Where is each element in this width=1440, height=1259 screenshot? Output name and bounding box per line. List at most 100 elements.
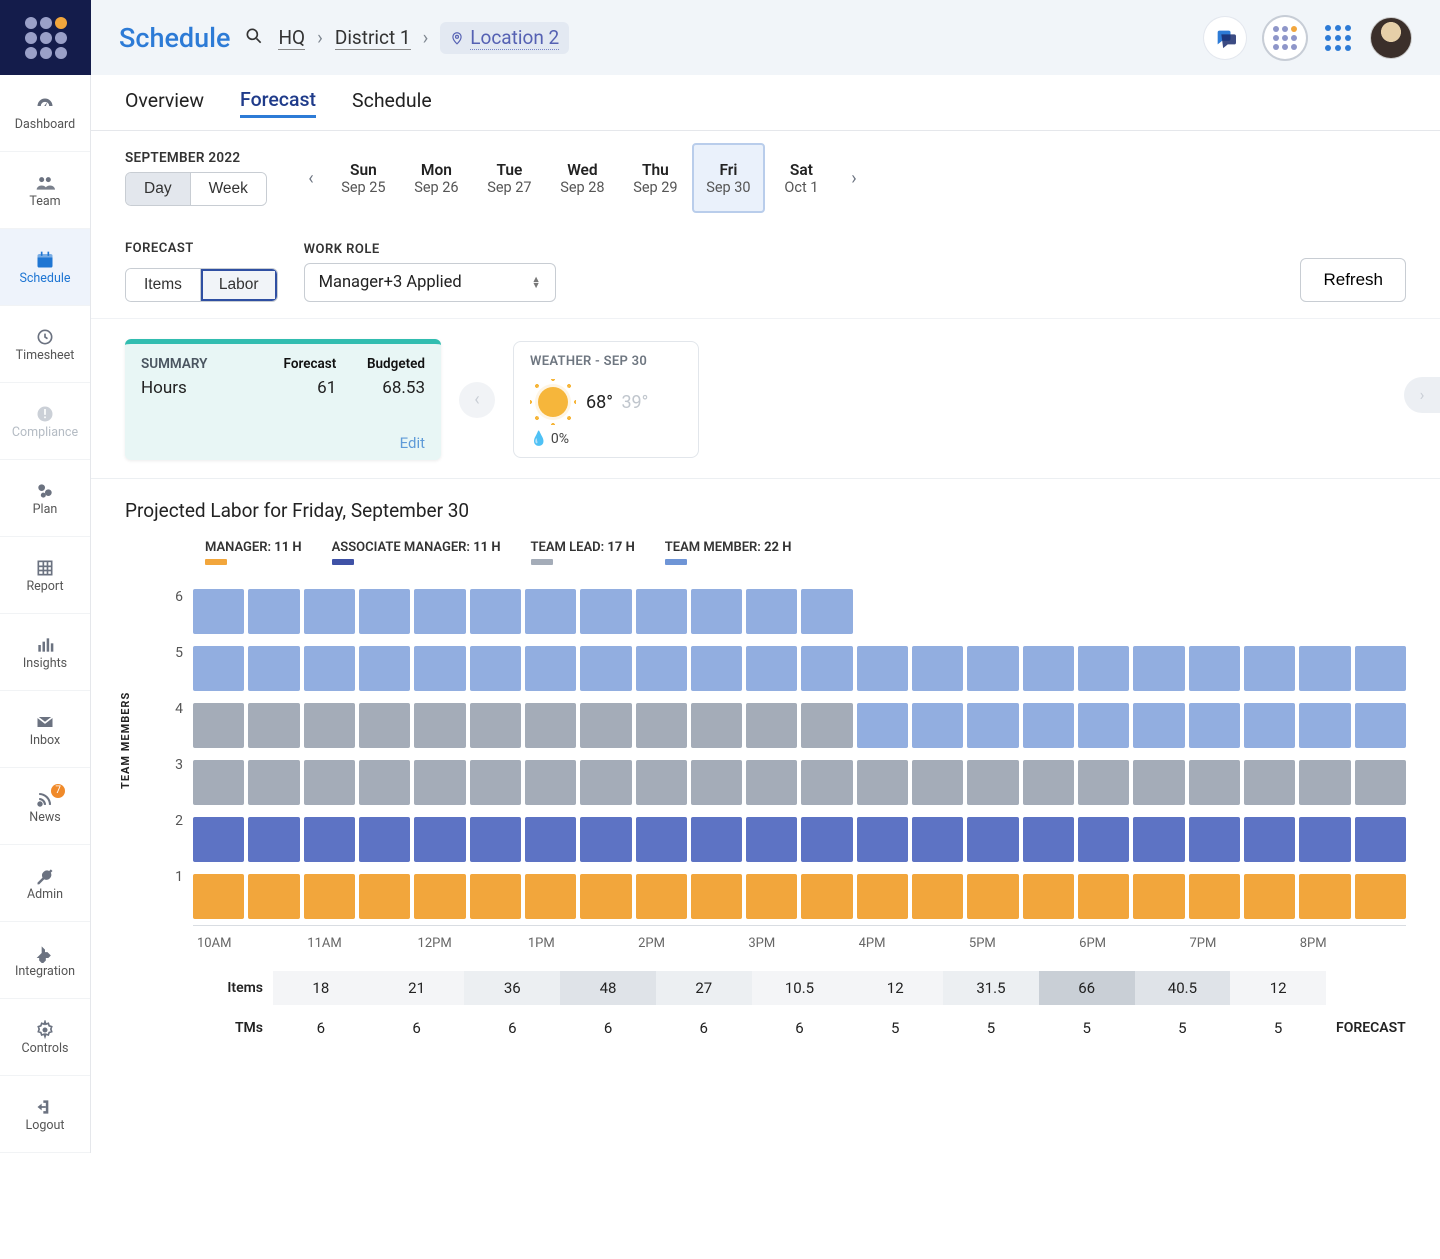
day-tue[interactable]: TueSep 27 xyxy=(473,143,546,213)
sidebar-item-integration[interactable]: Integration xyxy=(0,922,90,999)
weather-precip: 0% xyxy=(551,431,569,447)
items-cell: 12 xyxy=(847,971,943,1005)
forecast-type-toggle: Items Labor xyxy=(125,268,278,302)
view-mode-toggle: Day Week xyxy=(125,172,267,206)
sidebar-item-team[interactable]: Team xyxy=(0,152,90,229)
sun-icon xyxy=(530,379,576,425)
sidebar-item-label: Report xyxy=(26,579,63,594)
breadcrumb: HQ › District 1 › Location 2 xyxy=(278,22,569,54)
sidebar-item-label: Logout xyxy=(26,1118,65,1133)
sidebar-item-compliance[interactable]: Compliance xyxy=(0,383,90,460)
tms-cell: 6 xyxy=(656,1013,752,1043)
summary-forecast-value: 61 xyxy=(248,378,337,398)
date-prev[interactable]: ‹ xyxy=(295,162,327,194)
carousel-next[interactable]: › xyxy=(1404,377,1440,413)
tab-overview[interactable]: Overview xyxy=(125,89,204,116)
apps-switcher-button[interactable] xyxy=(1264,17,1306,59)
tms-cell: 6 xyxy=(752,1013,848,1043)
logout-icon xyxy=(31,1096,59,1118)
table-row-label-tms: TMs xyxy=(193,1020,273,1036)
summary-card: SUMMARY Forecast Budgeted Hours 61 68.53… xyxy=(125,339,441,460)
tms-cell: 5 xyxy=(1039,1013,1135,1043)
sidebar-item-label: Inbox xyxy=(30,733,61,748)
tms-cell: 5 xyxy=(847,1013,943,1043)
items-cell: 27 xyxy=(656,971,752,1005)
view-mode-week[interactable]: Week xyxy=(190,173,266,205)
day-wed[interactable]: WedSep 28 xyxy=(546,143,619,213)
date-next[interactable]: › xyxy=(838,162,870,194)
forecast-items-option[interactable]: Items xyxy=(126,269,200,301)
weather-title: WEATHER - SEP 30 xyxy=(530,354,682,369)
chart-plot xyxy=(193,589,1406,919)
table-forecast-label: FORECAST xyxy=(1326,1020,1406,1036)
chart-y-axis-title: TEAM MEMBERS xyxy=(119,692,132,789)
compliance-icon xyxy=(31,403,59,425)
sidebar-item-schedule[interactable]: Schedule xyxy=(0,229,90,306)
breadcrumb-hq[interactable]: HQ xyxy=(278,26,305,50)
weather-high: 68° xyxy=(586,392,613,413)
sidebar-item-inbox[interactable]: Inbox xyxy=(0,691,90,768)
tms-cell: 5 xyxy=(1135,1013,1231,1043)
day-mon[interactable]: MonSep 26 xyxy=(400,143,473,213)
tab-forecast[interactable]: Forecast xyxy=(240,88,316,118)
workrole-select[interactable]: Manager+3 Applied ▲▼ xyxy=(304,263,556,302)
view-mode-day[interactable]: Day xyxy=(126,173,190,205)
breadcrumb-district[interactable]: District 1 xyxy=(335,26,411,50)
news-icon: 7 xyxy=(31,788,59,810)
summary-row-label: Hours xyxy=(141,378,248,398)
summary-title: SUMMARY xyxy=(141,356,248,372)
forecast-filter-label: FORECAST xyxy=(125,241,278,256)
sidebar-item-label: Dashboard xyxy=(15,117,75,132)
legend-item: TEAM MEMBER: 22 H xyxy=(665,540,792,565)
sidebar-item-label: Schedule xyxy=(19,271,70,286)
page-title: Schedule xyxy=(119,22,230,54)
day-sun[interactable]: SunSep 25 xyxy=(327,143,400,213)
team-icon xyxy=(31,172,59,194)
summary-edit-link[interactable]: Edit xyxy=(141,434,425,452)
sidebar-item-label: News xyxy=(29,810,60,825)
inbox-icon xyxy=(31,711,59,733)
sidebar-item-label: Admin xyxy=(27,887,63,902)
apps-grid-icon[interactable] xyxy=(1324,24,1352,52)
sidebar-item-label: Integration xyxy=(15,964,75,979)
items-cell: 18 xyxy=(273,971,369,1005)
summary-col-budgeted: Budgeted xyxy=(336,356,425,372)
day-sat[interactable]: SatOct 1 xyxy=(765,143,838,213)
sidebar-item-label: Controls xyxy=(22,1041,69,1056)
items-cell: 10.5 xyxy=(752,971,848,1005)
sidebar-item-controls[interactable]: Controls xyxy=(0,999,90,1076)
sidebar-item-news[interactable]: 7News xyxy=(0,768,90,845)
chevron-right-icon: › xyxy=(423,26,429,49)
day-thu[interactable]: ThuSep 29 xyxy=(619,143,692,213)
carousel-prev[interactable]: ‹ xyxy=(459,382,495,418)
sidebar-item-plan[interactable]: Plan xyxy=(0,460,90,537)
forecast-labor-option[interactable]: Labor xyxy=(200,269,277,301)
sidebar-item-timesheet[interactable]: Timesheet xyxy=(0,306,90,383)
chat-button[interactable] xyxy=(1204,17,1246,59)
sidebar-item-logout[interactable]: Logout xyxy=(0,1076,90,1153)
schedule-icon xyxy=(31,249,59,271)
controls-icon xyxy=(31,1019,59,1041)
sidebar-item-label: Timesheet xyxy=(16,348,75,363)
user-avatar[interactable] xyxy=(1370,17,1412,59)
chart-title: Projected Labor for Friday, September 30 xyxy=(125,499,1406,522)
refresh-button[interactable]: Refresh xyxy=(1300,258,1406,302)
sidebar-item-label: Team xyxy=(29,194,60,209)
sidebar-item-dashboard[interactable]: Dashboard xyxy=(0,75,90,152)
items-cell: 12 xyxy=(1230,971,1326,1005)
search-icon[interactable] xyxy=(244,26,264,50)
breadcrumb-location[interactable]: Location 2 xyxy=(440,22,569,54)
sidebar-item-label: Compliance xyxy=(12,425,78,440)
app-logo[interactable] xyxy=(0,0,91,75)
tms-cell: 6 xyxy=(560,1013,656,1043)
tab-schedule[interactable]: Schedule xyxy=(352,89,432,116)
sidebar-item-admin[interactable]: Admin xyxy=(0,845,90,922)
sidebar-item-label: Plan xyxy=(33,502,58,517)
items-cell: 21 xyxy=(369,971,465,1005)
weather-low: 39° xyxy=(621,392,648,413)
sidebar-item-report[interactable]: Report xyxy=(0,537,90,614)
items-cell: 31.5 xyxy=(943,971,1039,1005)
sidebar-item-insights[interactable]: Insights xyxy=(0,614,90,691)
day-fri[interactable]: FriSep 30 xyxy=(692,143,765,213)
legend-item: MANAGER: 11 H xyxy=(205,540,302,565)
